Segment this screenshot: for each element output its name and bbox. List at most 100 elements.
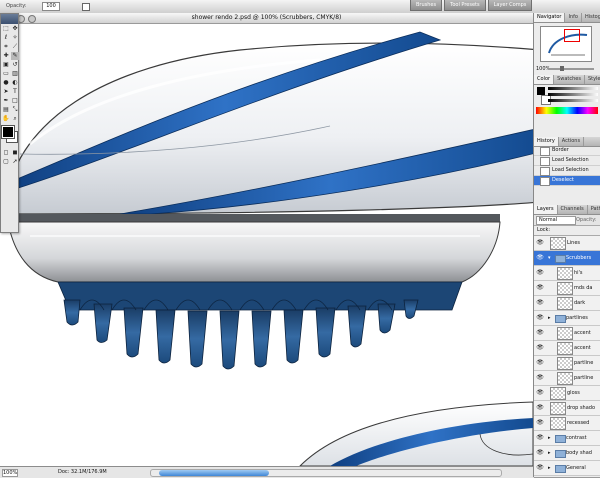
color-foreground-swatch[interactable] bbox=[537, 87, 545, 95]
stamp-tool-icon[interactable]: ▣ bbox=[2, 61, 10, 69]
type-tool-icon[interactable]: T bbox=[11, 88, 19, 96]
layer-row[interactable]: 👁 Lines bbox=[534, 236, 600, 251]
visibility-eye-icon[interactable]: 👁 bbox=[536, 239, 544, 247]
color-slider-c[interactable] bbox=[548, 87, 598, 90]
foreground-color-swatch[interactable] bbox=[1, 125, 15, 139]
hand-tool-icon[interactable]: ✋ bbox=[2, 115, 10, 123]
visibility-eye-icon[interactable]: 👁 bbox=[536, 329, 544, 337]
quick-mask-mode-icon[interactable]: ◼ bbox=[11, 149, 19, 157]
dodge-tool-icon[interactable]: ◐ bbox=[11, 79, 19, 87]
pen-tool-icon[interactable]: ✒ bbox=[2, 97, 10, 105]
color-spectrum-ramp[interactable] bbox=[536, 107, 598, 114]
visibility-eye-icon[interactable]: 👁 bbox=[536, 284, 544, 292]
color-slider-m[interactable] bbox=[548, 93, 598, 96]
visibility-eye-icon[interactable]: 👁 bbox=[536, 314, 544, 322]
well-tab-layer-comps[interactable]: Layer Comps bbox=[487, 0, 533, 11]
history-item[interactable]: Border bbox=[534, 146, 600, 156]
well-tab-tool-presets[interactable]: Tool Presets bbox=[444, 0, 486, 11]
layer-group-row[interactable]: 👁 ▸ partlines bbox=[534, 311, 600, 326]
visibility-eye-icon[interactable]: 👁 bbox=[536, 389, 544, 397]
visibility-eye-icon[interactable]: 👁 bbox=[536, 449, 544, 457]
eyedropper-tool-icon[interactable]: ⤡ bbox=[11, 106, 19, 114]
tab-styles[interactable]: Styles bbox=[585, 75, 600, 84]
group-disclosure-icon[interactable]: ▸ bbox=[548, 446, 551, 460]
photoshop-feather-logo[interactable] bbox=[1, 14, 18, 24]
layer-group-row[interactable]: 👁 ▸ General bbox=[534, 461, 600, 476]
brush-tool-icon[interactable]: ✎ bbox=[11, 52, 19, 60]
tab-histogram[interactable]: Histogram bbox=[582, 13, 600, 22]
visibility-eye-icon[interactable]: 👁 bbox=[536, 299, 544, 307]
layer-row[interactable]: 👁 recessed bbox=[534, 416, 600, 431]
color-slider-y[interactable] bbox=[548, 99, 598, 102]
group-disclosure-icon[interactable]: ▸ bbox=[548, 461, 551, 475]
tab-info[interactable]: Info bbox=[565, 13, 582, 22]
navigator-zoom-slider[interactable] bbox=[548, 68, 594, 70]
group-disclosure-icon[interactable]: ▸ bbox=[548, 311, 551, 325]
navigator-view-box[interactable] bbox=[564, 29, 580, 42]
visibility-eye-icon[interactable]: 👁 bbox=[536, 434, 544, 442]
tab-color[interactable]: Color bbox=[534, 75, 555, 84]
history-item[interactable]: Load Selection bbox=[534, 156, 600, 166]
visibility-eye-icon[interactable]: 👁 bbox=[536, 419, 544, 427]
layer-group-row[interactable]: 👁 ▾ Scrubbers bbox=[534, 251, 600, 266]
visibility-eye-icon[interactable]: 👁 bbox=[536, 359, 544, 367]
well-tab-brushes[interactable]: Brushes bbox=[410, 0, 443, 11]
layer-row[interactable]: 👁 accent bbox=[534, 326, 600, 341]
move-tool-icon[interactable]: ✥ bbox=[11, 25, 19, 33]
magic-wand-tool-icon[interactable]: ✧ bbox=[11, 34, 19, 42]
navigator-zoom-knob[interactable] bbox=[560, 66, 564, 71]
visibility-eye-icon[interactable]: 👁 bbox=[536, 254, 544, 262]
tab-paths[interactable]: Paths bbox=[588, 205, 600, 214]
layer-group-row[interactable]: 👁 ▸ contrast bbox=[534, 431, 600, 446]
tab-layers[interactable]: Layers bbox=[534, 205, 558, 214]
zoom-window-button[interactable] bbox=[28, 15, 36, 23]
jump-to-imageready-icon[interactable]: ➚ bbox=[11, 158, 19, 166]
tab-channels[interactable]: Channels bbox=[558, 205, 588, 214]
history-brush-tool-icon[interactable]: ↺ bbox=[11, 61, 19, 69]
layer-row[interactable]: 👁 accent bbox=[534, 341, 600, 356]
layer-group-row[interactable]: 👁 ▸ body shad bbox=[534, 446, 600, 461]
layer-row[interactable]: 👁 mds da bbox=[534, 281, 600, 296]
gradient-tool-icon[interactable]: ▥ bbox=[11, 70, 19, 78]
notes-tool-icon[interactable]: ▤ bbox=[2, 106, 10, 114]
group-disclosure-icon[interactable]: ▸ bbox=[548, 431, 551, 445]
layer-row[interactable]: 👁 partline bbox=[534, 356, 600, 371]
layer-row[interactable]: 👁 partline bbox=[534, 371, 600, 386]
options-value-field[interactable]: 100 bbox=[42, 2, 60, 11]
history-item[interactable]: Load Selection bbox=[534, 166, 600, 176]
lasso-tool-icon[interactable]: ℓ bbox=[2, 34, 10, 42]
tab-actions[interactable]: Actions bbox=[559, 137, 585, 146]
marquee-tool-icon[interactable]: ⬚ bbox=[2, 25, 10, 33]
document-title-bar[interactable]: shower rendo 2.psd @ 100% (Scrubbers, CM… bbox=[0, 13, 533, 24]
visibility-eye-icon[interactable]: 👁 bbox=[536, 464, 544, 472]
standard-mode-icon[interactable]: ◻ bbox=[2, 149, 10, 157]
doc-size-info[interactable]: Doc: 32.1M/176.9M bbox=[58, 469, 107, 476]
screen-mode-icon[interactable]: ▢ bbox=[2, 158, 10, 166]
eraser-tool-icon[interactable]: ▭ bbox=[2, 70, 10, 78]
zoom-field[interactable]: 100% bbox=[2, 469, 18, 477]
shape-tool-icon[interactable]: □ bbox=[11, 97, 19, 105]
history-item-active[interactable]: Deselect bbox=[534, 176, 600, 186]
path-selection-tool-icon[interactable]: ➤ bbox=[2, 88, 10, 96]
group-disclosure-icon[interactable]: ▾ bbox=[548, 251, 551, 265]
layer-row[interactable]: 👁 drop shado bbox=[534, 401, 600, 416]
blend-mode-select[interactable]: Normal bbox=[536, 216, 576, 225]
blur-tool-icon[interactable]: ● bbox=[2, 79, 10, 87]
crop-tool-icon[interactable]: ⌗ bbox=[2, 43, 10, 51]
scrollbar-thumb[interactable] bbox=[159, 470, 269, 476]
canvas-area[interactable] bbox=[0, 24, 533, 466]
horizontal-scrollbar[interactable] bbox=[150, 469, 502, 477]
tab-navigator[interactable]: Navigator bbox=[534, 13, 566, 22]
options-checkbox[interactable] bbox=[82, 3, 90, 11]
layer-row[interactable]: 👁 dark bbox=[534, 296, 600, 311]
layer-row[interactable]: 👁 gloss bbox=[534, 386, 600, 401]
visibility-eye-icon[interactable]: 👁 bbox=[536, 404, 544, 412]
visibility-eye-icon[interactable]: 👁 bbox=[536, 374, 544, 382]
visibility-eye-icon[interactable]: 👁 bbox=[536, 344, 544, 352]
tab-swatches[interactable]: Swatches bbox=[554, 75, 585, 84]
layer-row[interactable]: 👁 hi's bbox=[534, 266, 600, 281]
visibility-eye-icon[interactable]: 👁 bbox=[536, 269, 544, 277]
slice-tool-icon[interactable]: ⟋ bbox=[11, 43, 19, 51]
zoom-tool-icon[interactable]: ⌕ bbox=[11, 115, 19, 123]
tab-history[interactable]: History bbox=[534, 137, 559, 146]
